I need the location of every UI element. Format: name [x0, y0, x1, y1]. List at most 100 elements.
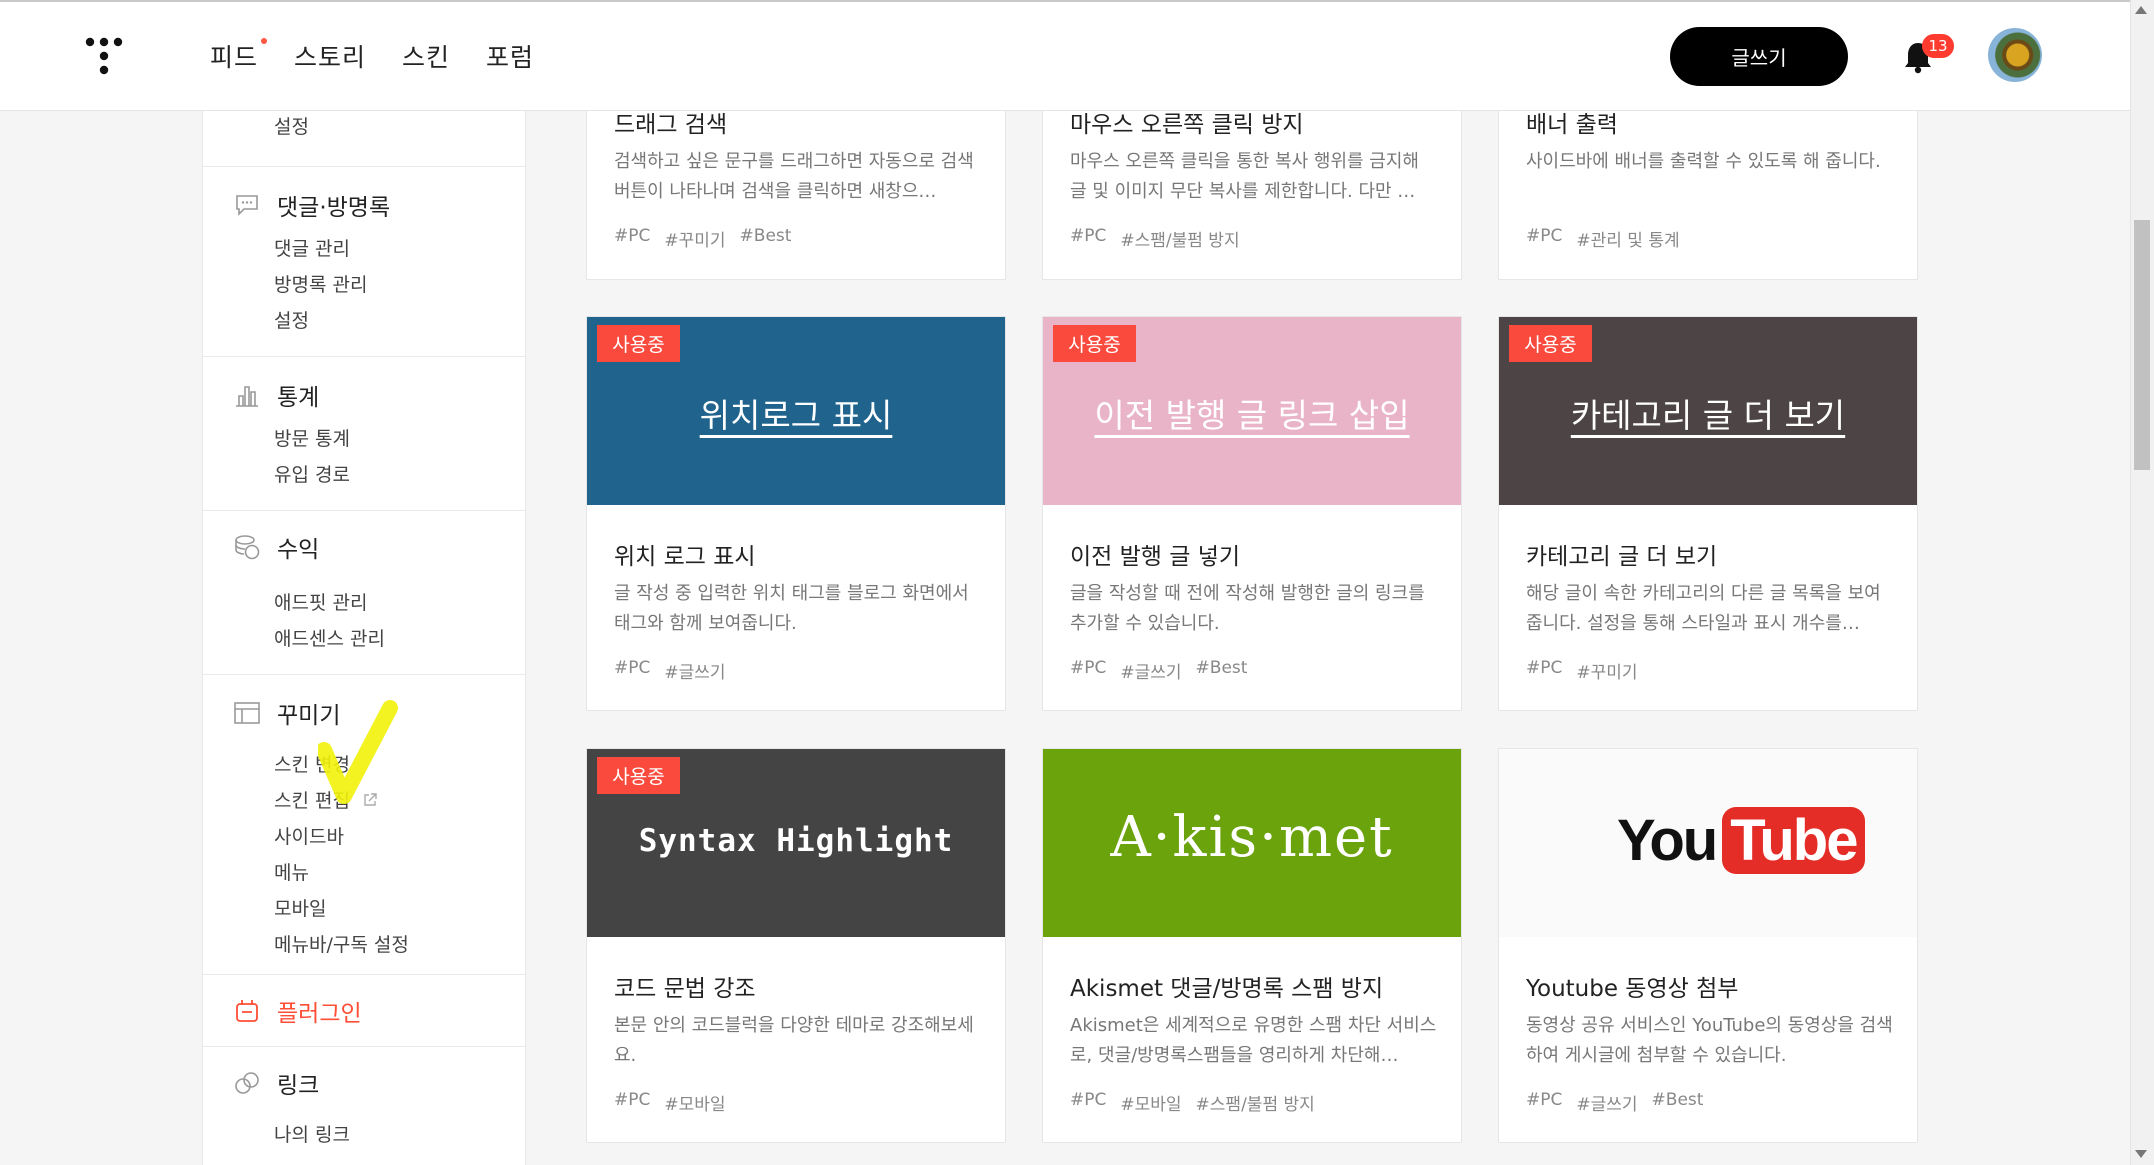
sidebar-head-plugin[interactable]: 플러그인 [233, 994, 362, 1028]
sidebar-item-menubar-subscribe[interactable]: 메뉴바/구독 설정 [274, 930, 409, 957]
card-tag[interactable]: #PC [1526, 226, 1562, 251]
nav-forum[interactable]: 포럼 [486, 38, 534, 74]
plugin-card[interactable]: You Tube Youtube 동영상 첨부 동영상 공유 서비스인 YouT… [1498, 748, 1918, 1143]
sidebar-item-visit-stats[interactable]: 방문 통계 [274, 424, 350, 451]
sidebar-head-revenue[interactable]: 수익 [233, 530, 319, 564]
sidebar-item-adfit[interactable]: 애드핏 관리 [274, 588, 367, 615]
card-description: 동영상 공유 서비스인 YouTube의 동영상을 검색하여 게시글에 첨부할 … [1526, 1015, 1893, 1066]
card-tag[interactable]: #PC [1070, 1090, 1106, 1115]
card-thumbnail: 사용중 이전 발행 글 링크 삽입 [1043, 317, 1461, 505]
main-nav: 피드 스토리 스킨 포럼 [210, 38, 534, 74]
nav-story[interactable]: 스토리 [294, 38, 366, 74]
sidebar: 설정 댓글·방명록 댓글 관리 방명록 관리 설정 통계 방문 통계 유입 경로 [202, 110, 526, 1165]
scroll-down-arrow-icon[interactable] [2135, 1150, 2147, 1158]
card-tag[interactable]: #글쓰기 [664, 658, 725, 683]
card-tag[interactable]: #스팸/불펌 방지 [1196, 1090, 1315, 1115]
layout-icon [233, 699, 261, 727]
card-tags: #PC #모바일 #스팸/불펌 방지 [1070, 1090, 1315, 1115]
sidebar-section-plugin: 플러그인 [203, 974, 525, 1047]
card-title: 카테고리 글 더 보기 [1526, 544, 1718, 570]
sidebar-item-comment-manage[interactable]: 댓글 관리 [274, 234, 350, 261]
card-tag[interactable]: #모바일 [664, 1090, 725, 1115]
card-tag[interactable]: #PC [614, 1090, 650, 1115]
nav-skin[interactable]: 스킨 [402, 38, 450, 74]
card-tag[interactable]: #Best [1652, 1090, 1704, 1115]
card-tag[interactable]: #꾸미기 [1576, 658, 1637, 683]
sidebar-section-revenue: 수익 애드핏 관리 애드센스 관리 [203, 510, 525, 675]
sidebar-head-stats[interactable]: 통계 [233, 378, 319, 412]
sidebar-item-comment-settings[interactable]: 설정 [274, 306, 309, 333]
write-button[interactable]: 글쓰기 [1670, 27, 1848, 86]
sidebar-item-referrer[interactable]: 유입 경로 [274, 460, 350, 487]
tistory-logo-icon[interactable] [84, 36, 124, 76]
card-thumbnail: 사용중 위치로그 표시 [587, 317, 1005, 505]
scrollbar-track[interactable] [2130, 0, 2154, 1165]
card-tags: #PC #모바일 [614, 1090, 726, 1115]
card-tag[interactable]: #PC [1070, 226, 1106, 251]
card-tag[interactable]: #PC [614, 226, 650, 251]
card-tag[interactable]: #관리 및 통계 [1576, 226, 1679, 251]
nav-feed[interactable]: 피드 [210, 38, 268, 74]
card-title: 위치 로그 표시 [614, 544, 756, 570]
speech-bubble-icon [233, 191, 261, 219]
sidebar-item-adsense[interactable]: 애드센스 관리 [274, 624, 385, 651]
sidebar-item-menu[interactable]: 메뉴 [274, 858, 309, 885]
card-description: 글 작성 중 입력한 위치 태그를 블로그 화면에서 태그와 함께 보여줍니다. [614, 583, 969, 634]
card-tag[interactable]: #글쓰기 [1576, 1090, 1637, 1115]
card-tag[interactable]: #PC [1070, 658, 1106, 683]
link-icon [233, 1069, 261, 1097]
in-use-badge: 사용중 [597, 757, 680, 794]
sidebar-item-sidebar[interactable]: 사이드바 [274, 822, 344, 849]
plugin-card[interactable]: 사용중 이전 발행 글 링크 삽입 이전 발행 글 넣기 글을 작성할 때 전에… [1042, 316, 1462, 711]
card-tag[interactable]: #스팸/불펌 방지 [1120, 226, 1239, 251]
scrollbar-thumb[interactable] [2134, 220, 2150, 470]
card-thumbnail: 사용중 카테고리 글 더 보기 [1499, 317, 1917, 505]
plugin-card[interactable]: A·kis·met Akismet 댓글/방명록 스팸 방지 Akismet은 … [1042, 748, 1462, 1143]
card-tag[interactable]: #꾸미기 [664, 226, 725, 251]
card-description: 사이드바에 배너를 출력할 수 있도록 해 줍니다. [1526, 151, 1881, 172]
card-title: 이전 발행 글 넣기 [1070, 544, 1241, 570]
sidebar-item-my-links[interactable]: 나의 링크 [274, 1120, 350, 1147]
sidebar-head-label: 통계 [277, 385, 320, 411]
thumbnail-label: 이전 발행 글 링크 삽입 [1094, 396, 1410, 435]
sidebar-item-mobile[interactable]: 모바일 [274, 894, 326, 921]
sidebar-head-link[interactable]: 링크 [233, 1066, 319, 1100]
sidebar-head-label: 댓글·방명록 [277, 195, 391, 221]
sidebar-section-settings: 설정 [203, 110, 525, 167]
card-description: 글을 작성할 때 전에 작성해 발행한 글의 링크를 추가할 수 있습니다. [1070, 583, 1425, 634]
sidebar-item-guestbook-manage[interactable]: 방명록 관리 [274, 270, 367, 297]
card-description: 해당 글이 속한 카테고리의 다른 글 목록을 보여줍니다. 설정을 통해 스타… [1526, 583, 1881, 634]
sidebar-item-settings-top[interactable]: 설정 [274, 112, 309, 139]
sidebar-section-link: 링크 나의 링크 [203, 1046, 525, 1165]
in-use-badge: 사용중 [1053, 325, 1136, 362]
card-title: Youtube 동영상 첨부 [1526, 976, 1739, 1002]
avatar[interactable] [1988, 28, 2042, 82]
card-tags: #PC #글쓰기 #Best [1526, 1090, 1703, 1115]
card-tags: #PC #관리 및 통계 [1526, 226, 1680, 251]
card-tag[interactable]: #Best [740, 226, 792, 251]
card-description: Akismet은 세계적으로 유명한 스팸 차단 서비스로, 댓글/방명록스팸들… [1070, 1015, 1437, 1066]
sidebar-head-comments[interactable]: 댓글·방명록 [233, 188, 390, 222]
card-tag[interactable]: #PC [614, 658, 650, 683]
scroll-up-arrow-icon[interactable] [2135, 6, 2147, 14]
plugin-card[interactable]: 배너 출력 사이드바에 배너를 출력할 수 있도록 해 줍니다. #PC #관리… [1498, 100, 1918, 280]
sidebar-head-label: 수익 [277, 537, 320, 563]
thumbnail-label: Syntax Highlight [638, 823, 954, 859]
card-tags: #PC #글쓰기 #Best [1070, 658, 1247, 683]
plugin-card[interactable]: 드래그 검색 검색하고 싶은 문구를 드래그하면 자동으로 검색 버튼이 나타나… [586, 100, 1006, 280]
card-tag[interactable]: #PC [1526, 1090, 1562, 1115]
plugin-card[interactable]: 마우스 오른쪽 클릭 방지 마우스 오른쪽 클릭을 통한 복사 행위를 금지해 … [1042, 100, 1462, 280]
youtube-logo-tube: Tube [1722, 807, 1865, 874]
card-tag[interactable]: #PC [1526, 658, 1562, 683]
card-tags: #PC #꾸미기 [1526, 658, 1638, 683]
plugin-card[interactable]: 사용중 Syntax Highlight 코드 문법 강조 본문 안의 코드블럭… [586, 748, 1006, 1143]
card-tag[interactable]: #Best [1196, 658, 1248, 683]
youtube-logo: You Tube [1617, 807, 1865, 874]
thumbnail-label: 카테고리 글 더 보기 [1570, 396, 1846, 435]
plugin-card[interactable]: 사용중 위치로그 표시 위치 로그 표시 글 작성 중 입력한 위치 태그를 블… [586, 316, 1006, 711]
sidebar-section-comments: 댓글·방명록 댓글 관리 방명록 관리 설정 [203, 166, 525, 357]
card-title: Akismet 댓글/방명록 스팸 방지 [1070, 976, 1384, 1002]
card-tag[interactable]: #모바일 [1120, 1090, 1181, 1115]
card-tag[interactable]: #글쓰기 [1120, 658, 1181, 683]
plugin-card[interactable]: 사용중 카테고리 글 더 보기 카테고리 글 더 보기 해당 글이 속한 카테고… [1498, 316, 1918, 711]
